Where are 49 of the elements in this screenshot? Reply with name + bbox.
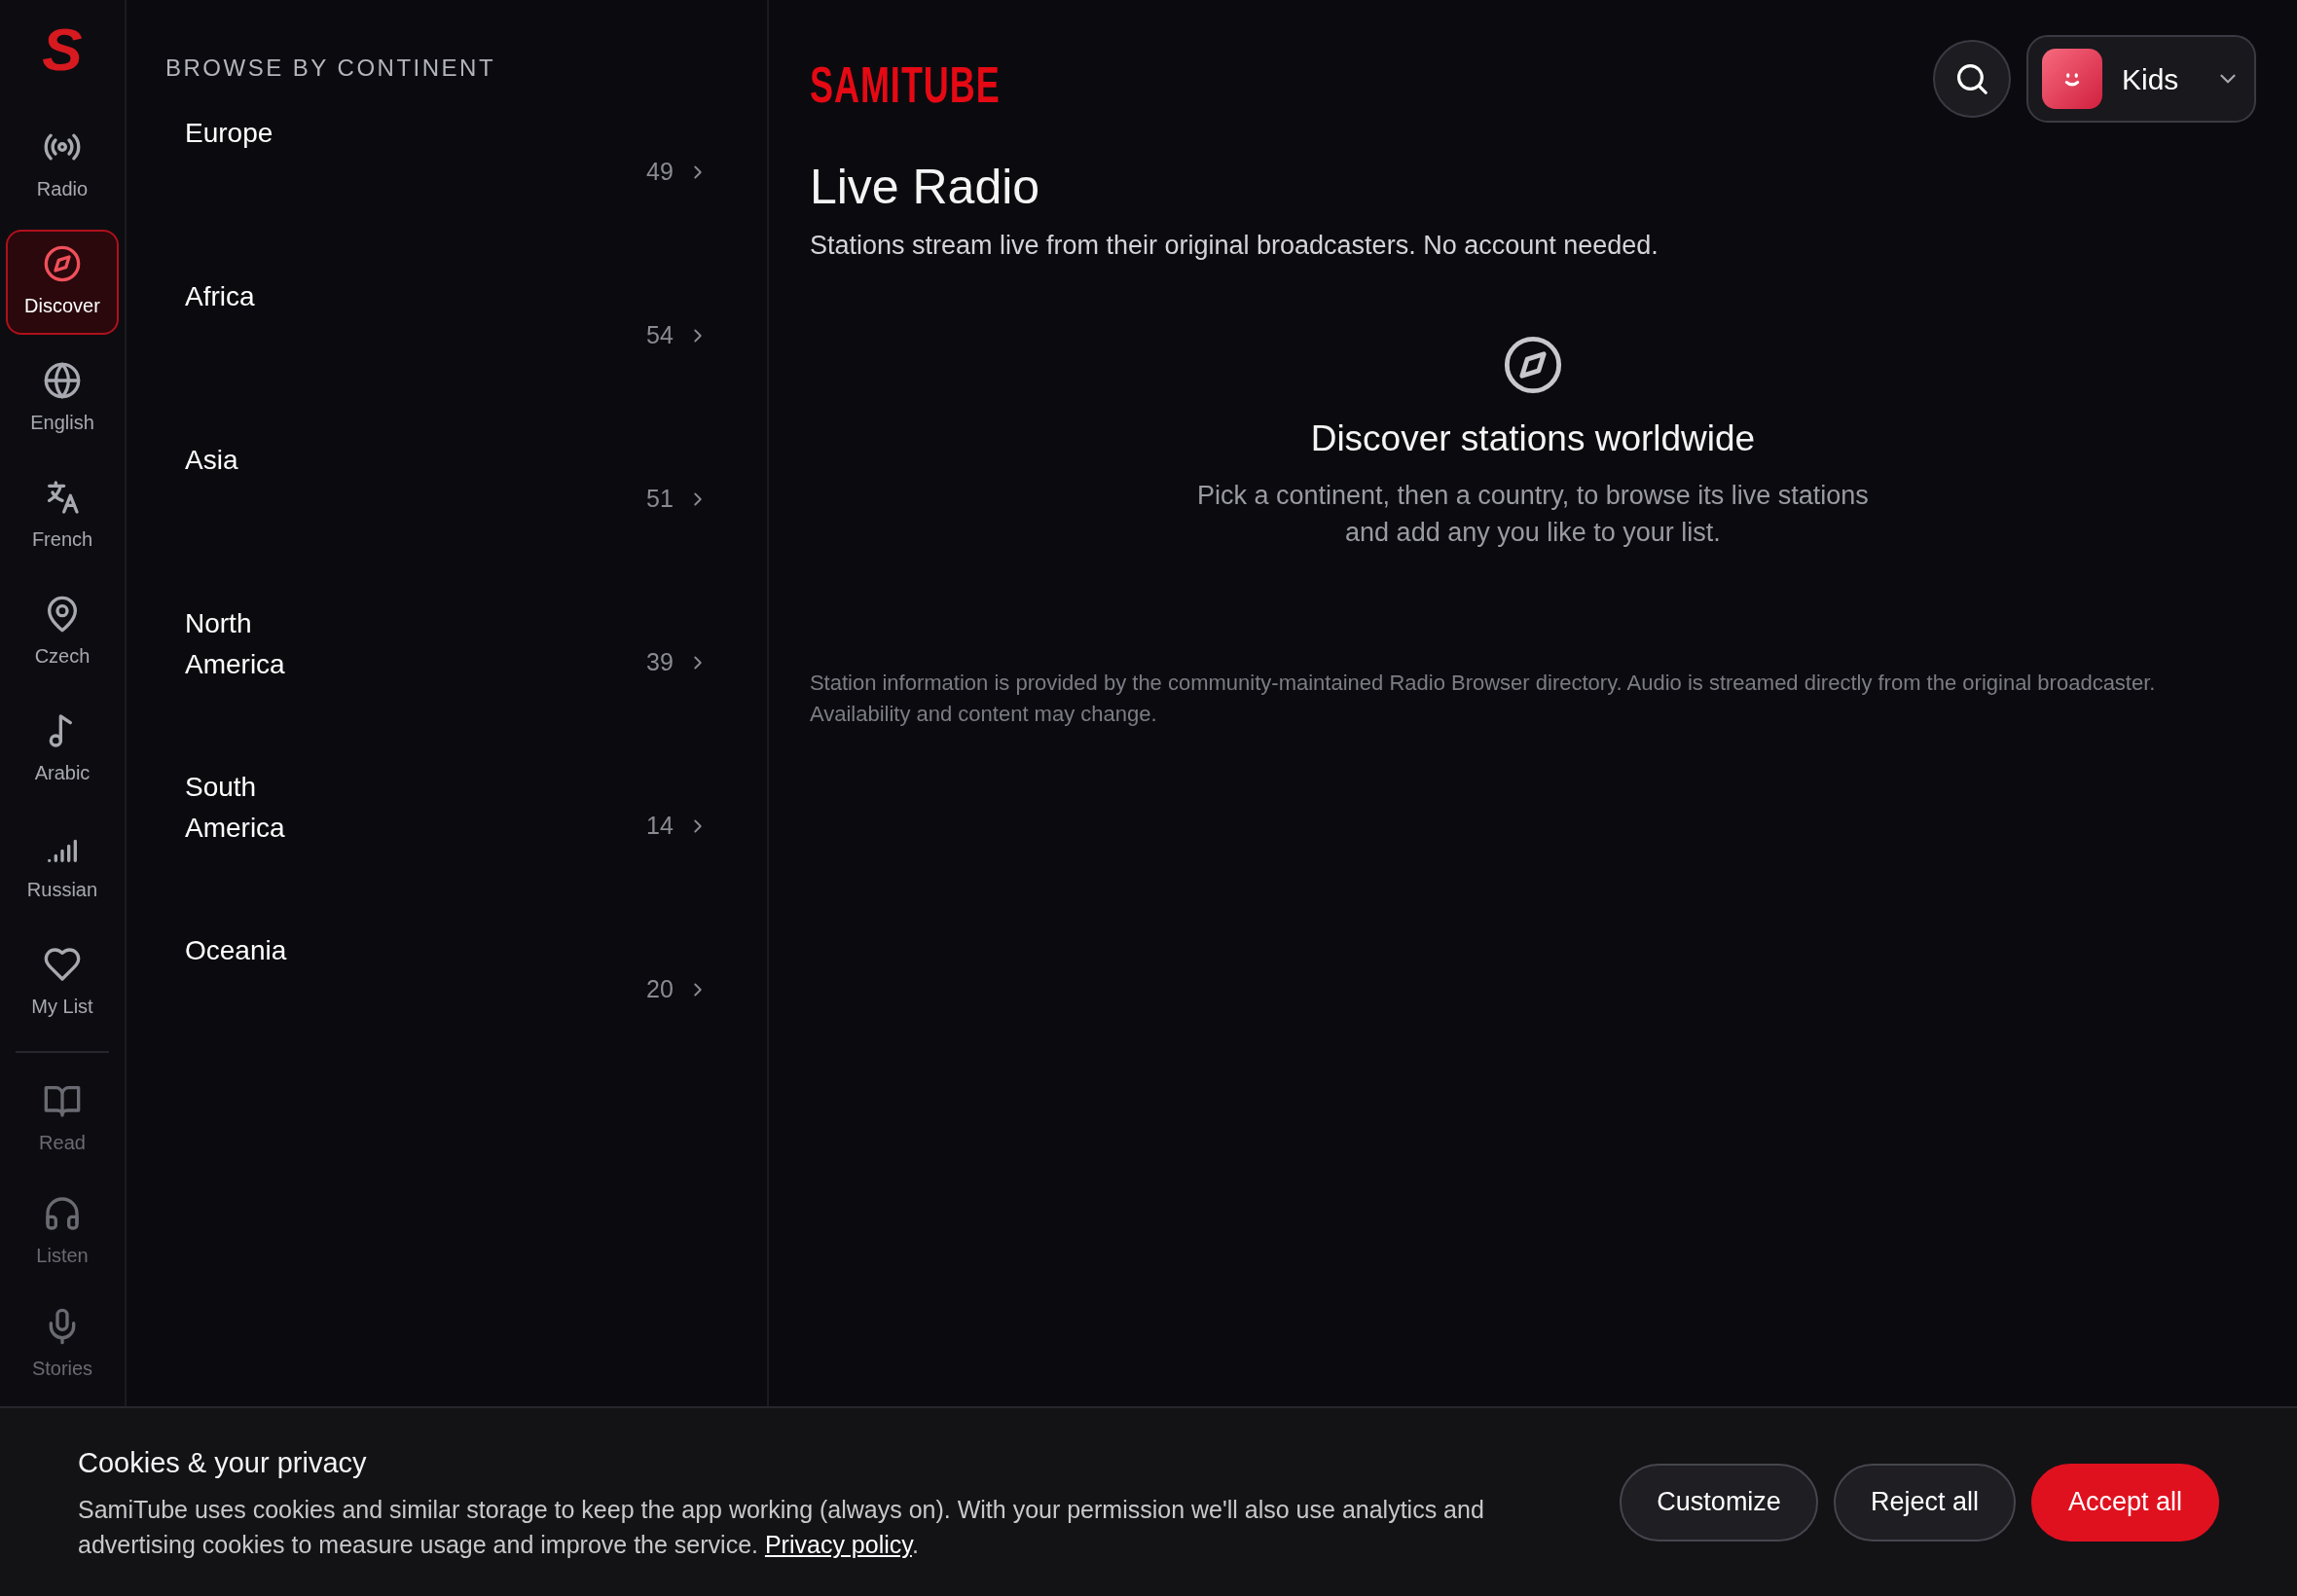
nav-item[interactable]: Czech — [6, 580, 119, 685]
continent-row[interactable]: South America 14 — [165, 755, 728, 919]
continent-row[interactable]: Africa 54 — [165, 265, 728, 428]
avatar-icon — [2042, 49, 2102, 109]
continent-name: Asia — [185, 444, 238, 477]
page-title: Live Radio — [809, 159, 1041, 216]
cookie-title: Cookies & your privacy — [78, 1445, 368, 1480]
station-count: 51 — [646, 484, 674, 514]
nav-item[interactable]: Stories — [6, 1294, 119, 1396]
station-count: 49 — [646, 157, 674, 187]
station-count: 20 — [646, 974, 674, 1004]
nav-item[interactable]: Discover — [6, 230, 119, 335]
nav-item[interactable]: English — [6, 346, 119, 452]
nav-item[interactable]: Russian — [6, 814, 119, 919]
heart-icon — [43, 945, 82, 984]
nav-item[interactable]: French — [6, 463, 119, 568]
globe-icon — [43, 361, 82, 400]
cookie-text: SamiTube uses cookies and similar storage to keep the app working (always on). With your permission we'll also use analytics and advertising cookies to measure usage and improve the service. Privacy policy. — [78, 1495, 1485, 1561]
continent-row[interactable]: Europe 49 — [165, 101, 728, 265]
nav-item[interactable]: Radio — [6, 113, 119, 218]
disclaimer-text: Station information is provided by the community-maintained Radio Browser directory. Audio is streamed directly from the original broadcaster. Availability and content may change. — [809, 670, 2157, 728]
continent-name: Europe — [185, 117, 273, 150]
profile-button[interactable]: Kids — [2026, 35, 2256, 123]
continent-row[interactable]: Asia 51 — [165, 428, 728, 592]
cookie-option-button[interactable]: Customize — [1620, 1463, 1818, 1542]
continent-name: South America — [185, 771, 286, 845]
cookie-option-button[interactable]: Reject all — [1833, 1463, 2016, 1542]
station-count: 14 — [646, 811, 674, 841]
brand-logo[interactable]: SAMITUBE — [809, 47, 1001, 125]
station-count: 39 — [646, 647, 674, 677]
section-heading: BROWSE BY CONTINENT — [165, 54, 497, 83]
accept-button[interactable]: Accept all — [2030, 1463, 2219, 1542]
continent-name: Africa — [185, 280, 255, 313]
nav-item[interactable]: Read — [6, 1069, 119, 1170]
logo[interactable]: S — [42, 0, 83, 107]
continent-row[interactable]: Oceania 20 — [165, 919, 728, 1082]
empty-state-text: Pick a continent, then a country, to browse its live stations and add any you like to your list. — [1196, 480, 1870, 549]
continent-row[interactable]: North America 39 — [165, 592, 728, 755]
station-count: 54 — [646, 320, 674, 350]
nav-item[interactable]: Arabic — [6, 697, 119, 802]
nav-item[interactable]: My List — [6, 930, 119, 1035]
privacy-policy-link[interactable]: Privacy policy — [764, 1531, 912, 1559]
nav-item[interactable]: Listen — [6, 1181, 119, 1283]
continent-name: Oceania — [185, 934, 287, 967]
page-subtitle: Stations stream live from their original broadcasters. No account needed. — [809, 230, 1659, 262]
continent-name: North America — [185, 607, 286, 681]
headphones-icon — [43, 1194, 82, 1233]
compass-icon — [43, 244, 82, 283]
empty-state-title: Discover stations worldwide — [1310, 417, 1756, 460]
